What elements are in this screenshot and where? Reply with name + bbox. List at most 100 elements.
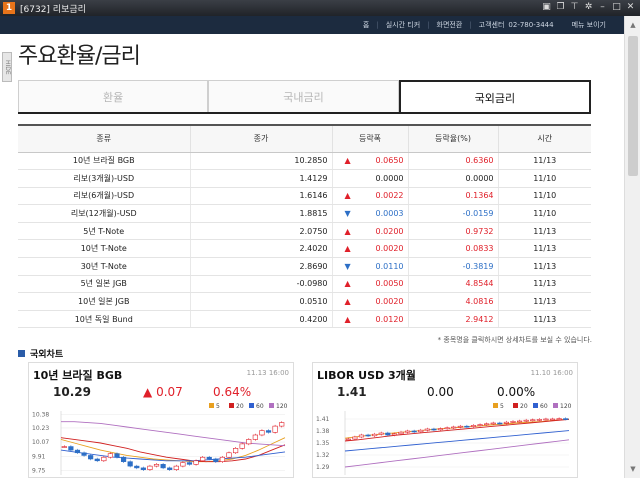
ma-line — [344, 418, 570, 442]
cell-name[interactable]: 리보(12개월)-USD — [18, 204, 190, 223]
candle — [516, 420, 523, 423]
cell-pct: -0.3819 — [407, 257, 498, 276]
down-arrow-icon: ▼ — [344, 209, 351, 219]
col-header-name: 종류 — [18, 124, 190, 153]
ma-line — [344, 430, 570, 452]
cell-name[interactable]: 10년 브라질 BGB — [18, 152, 190, 171]
candle — [536, 419, 542, 421]
cell-name[interactable]: 10년 독일 Bund — [18, 310, 190, 329]
cell-time: 11/13 — [497, 152, 591, 171]
tab-exchange-rate[interactable]: 환율 — [18, 80, 209, 113]
cell-close: 0.0510 — [189, 292, 332, 311]
cell-pct: 0.0000 — [407, 169, 498, 188]
cell-change: ▲ 0.0650 — [331, 152, 408, 171]
y-tick-label: 1.32 — [316, 452, 330, 459]
minimize-icon[interactable]: – — [597, 2, 608, 13]
candle — [226, 452, 232, 458]
candle — [437, 428, 444, 431]
cell-time: 11/13 — [497, 239, 591, 259]
legend-swatch — [249, 403, 254, 408]
scroll-up-icon[interactable]: ▲ — [628, 20, 638, 30]
cell-name[interactable]: 리보(6개월)-USD — [18, 187, 190, 206]
chart-card-libor-usd-3m[interactable]: LIBOR USD 3개월 11.10 16:00 1.41 0.00 0.00… — [312, 362, 578, 478]
candle — [385, 432, 391, 436]
cell-name[interactable]: 리보(3개월)-USD — [18, 169, 190, 188]
cell-time: 11/13 — [497, 275, 591, 294]
candle — [193, 460, 199, 465]
hide-panel-tab[interactable]: HIDE — [2, 52, 12, 82]
candle — [140, 467, 146, 470]
table-row[interactable]: 10년 일본 JGB 0.0510 ▲ 0.0020 4.0816 11/13 — [18, 292, 591, 311]
cell-name[interactable]: 10년 T-Note — [18, 239, 190, 259]
price-chart[interactable]: 5 20 60 120 1.41 1.38 1.35 1.32 1.29 — [315, 401, 575, 477]
maximize-icon[interactable]: □ — [611, 2, 622, 13]
candle — [88, 455, 94, 460]
window-titlebar: 1 [6732] 리보금리 ▣ ❐ ⊤ ✲ – □ ✕ — [0, 0, 640, 16]
window-title: [6732] 리보금리 — [20, 4, 86, 15]
chart-title[interactable]: LIBOR USD 3개월 — [317, 367, 416, 383]
up-arrow-icon: ▲ — [344, 156, 351, 166]
cell-close: 1.8815 — [189, 204, 332, 223]
y-tick-label: 9.91 — [32, 453, 46, 460]
candle — [272, 425, 278, 433]
table-row[interactable]: 30년 T-Note 2.8690 ▼ 0.0110 -0.3819 11/13 — [18, 257, 591, 276]
cell-name[interactable]: 30년 T-Note — [18, 257, 190, 276]
col-header-pct: 등락율(%) — [407, 124, 498, 153]
legend-swatch — [209, 403, 214, 408]
pin-icon[interactable]: ⊤ — [569, 2, 580, 13]
legend-label: 120 — [276, 403, 288, 410]
legend-swatch — [513, 403, 518, 408]
settings-icon[interactable]: ✲ — [583, 2, 594, 13]
candle — [68, 446, 74, 451]
tab-foreign-rates[interactable]: 국외금리 — [398, 80, 591, 113]
table-row[interactable]: 5년 일본 JGB -0.0980 ▲ 0.0050 4.8544 11/13 — [18, 275, 591, 294]
vertical-scrollbar[interactable]: ▲ ▼ — [624, 16, 640, 478]
cell-name[interactable]: 5년 일본 JGB — [18, 275, 190, 294]
candle — [81, 452, 87, 456]
candle — [470, 425, 477, 427]
cell-close: 2.4020 — [189, 239, 332, 259]
chart-card-brazil-bgb[interactable]: 10년 브라질 BGB 11.13 16:00 10.29 ▲ 0.07 0.6… — [28, 362, 294, 478]
copy-window-icon[interactable]: ❐ — [555, 2, 566, 13]
legend-label: 60 — [540, 403, 548, 410]
candle — [160, 464, 166, 469]
section-title-label: 국외차트 — [30, 350, 64, 360]
nav-show-menu-link[interactable]: 메뉴 보이기 — [572, 20, 606, 30]
candle — [74, 449, 81, 454]
table-row[interactable]: 5년 T-Note 2.0750 ▲ 0.0200 0.9732 11/13 — [18, 222, 591, 241]
nav-support-link[interactable]: 고객센터 — [479, 20, 505, 30]
legend-swatch — [553, 403, 558, 408]
cell-name[interactable]: 5년 T-Note — [18, 222, 190, 241]
table-row[interactable]: 리보(3개월)-USD 1.4129 0.0000 0.0000 11/10 — [18, 169, 591, 188]
lock-icon[interactable]: ▣ — [541, 2, 552, 13]
nav-realtime-ticker-link[interactable]: 실시간 티커 — [386, 20, 420, 30]
cell-pct: 0.9732 — [407, 222, 498, 241]
y-tick-label: 9.75 — [32, 468, 46, 475]
rates-table: 종류 종가 등락폭 등락율(%) 시간 10년 브라질 BGB 10.2850 ▲ 0… — [18, 124, 591, 329]
cell-change: ▼ 0.0003 — [331, 204, 408, 223]
scroll-down-icon[interactable]: ▼ — [628, 464, 638, 474]
nav-home-link[interactable]: 홈 — [363, 20, 369, 30]
table-row[interactable]: 10년 T-Note 2.4020 ▲ 0.0020 0.0833 11/13 — [18, 239, 591, 259]
chart-title[interactable]: 10년 브라질 BGB — [33, 367, 122, 383]
scroll-thumb[interactable] — [628, 36, 638, 176]
page-title: 주요환율/금리 — [18, 44, 141, 69]
cell-time: 11/13 — [497, 222, 591, 241]
tab-domestic-rates[interactable]: 국내금리 — [208, 80, 399, 113]
table-row[interactable]: 리보(12개월)-USD 1.8815 ▼ 0.0003 -0.0159 11/10 — [18, 204, 591, 223]
nav-switch-screen-link[interactable]: 화면전환 — [437, 20, 463, 30]
candle — [186, 462, 193, 465]
ma-line — [60, 437, 286, 463]
table-row[interactable]: 10년 브라질 BGB 10.2850 ▲ 0.0650 0.6360 11/13 — [18, 152, 591, 171]
table-row[interactable]: 10년 독일 Bund 0.4200 ▲ 0.0120 2.9412 11/13 — [18, 310, 591, 329]
y-tick-label: 10.23 — [32, 425, 49, 432]
candle — [510, 421, 516, 423]
candle — [94, 458, 100, 462]
ma-line — [60, 449, 286, 462]
price-chart[interactable]: 5 20 60 120 10.38 10.23 10.07 9.91 9.75 — [31, 401, 291, 477]
table-row[interactable]: 리보(6개월)-USD 1.6146 ▲ 0.0022 0.1364 11/10 — [18, 187, 591, 206]
chart-change-pct: 0.64% — [213, 385, 252, 399]
close-icon[interactable]: ✕ — [625, 2, 636, 13]
cell-name[interactable]: 10년 일본 JGB — [18, 292, 190, 311]
legend-label: 20 — [236, 403, 244, 410]
